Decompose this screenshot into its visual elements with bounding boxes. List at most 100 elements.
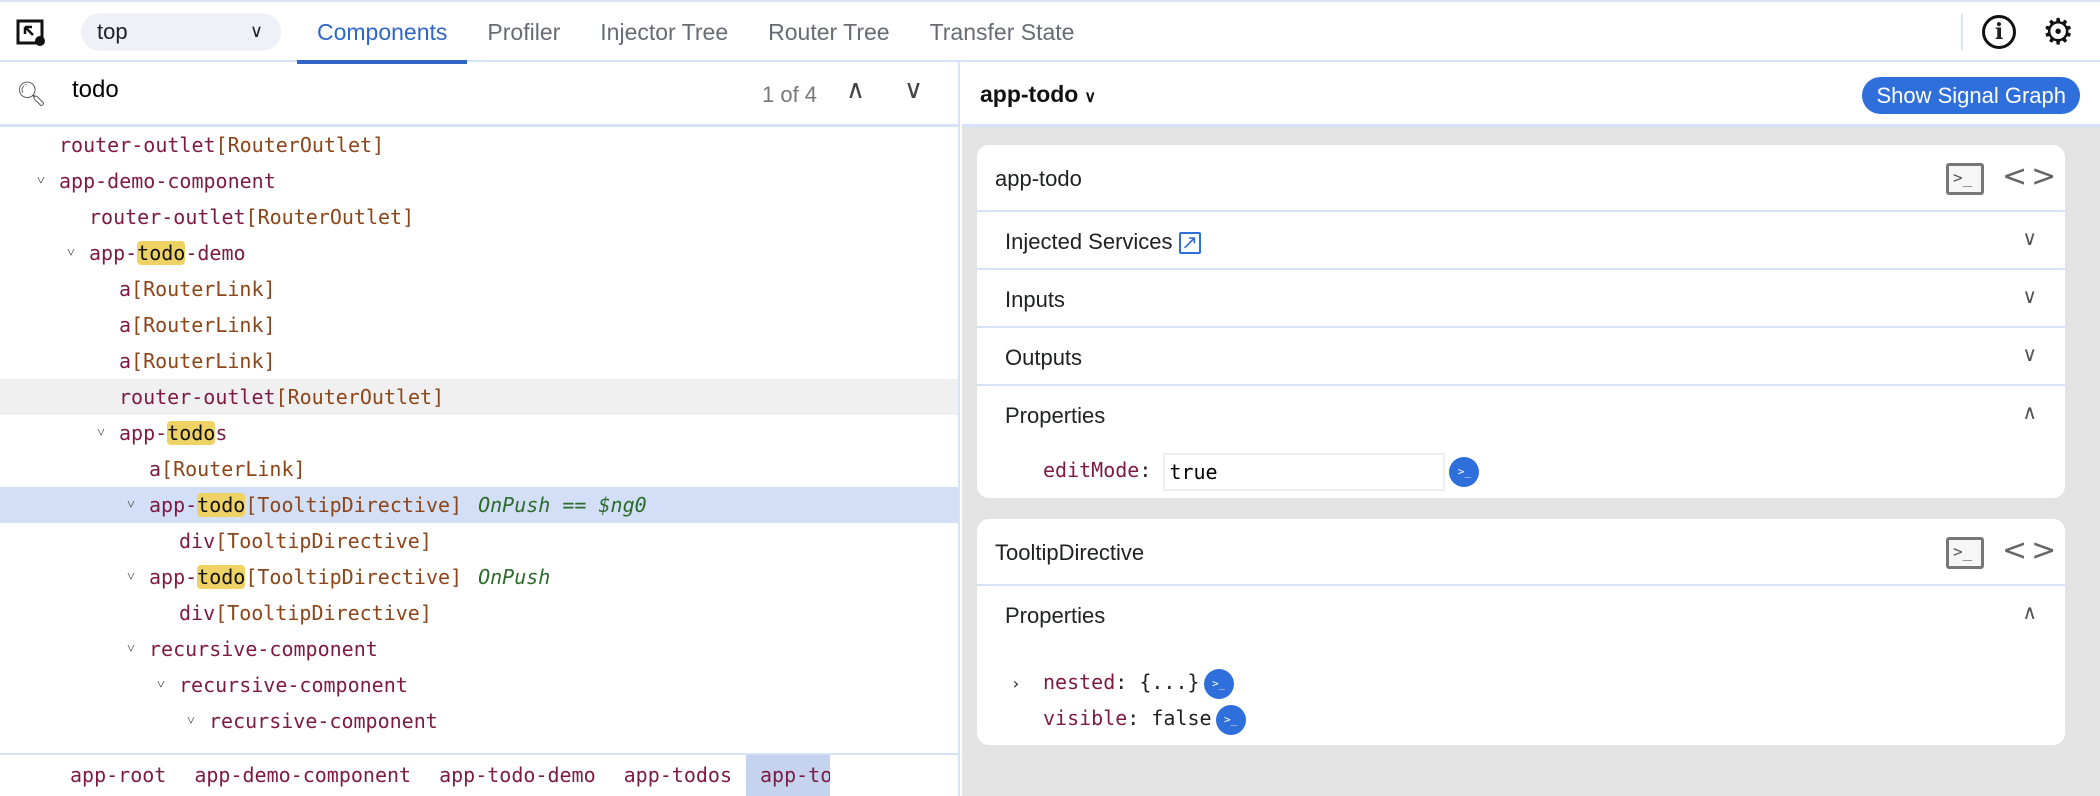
node-tag: app-todos [119, 421, 228, 445]
chevron-down-icon: ∨ [2022, 286, 2037, 308]
tab-components[interactable]: Components [297, 2, 468, 64]
tree-node[interactable]: ˅ app-demo-component [0, 163, 958, 199]
card-title: app-todo [995, 166, 1082, 191]
tree-node[interactable]: a[RouterLink] [0, 271, 958, 307]
section-label: Properties [1005, 603, 1106, 628]
view-source-icon[interactable]: <> [2002, 159, 2060, 194]
node-tag: a [149, 457, 162, 481]
log-to-console-icon[interactable]: >_ [1449, 456, 1480, 487]
property-value: {...} [1139, 670, 1200, 694]
selected-component-title[interactable]: app-todo ∨ [980, 81, 1096, 108]
tree-node[interactable]: ˅ app-todos [0, 415, 958, 451]
tree-node[interactable]: ˅ recursive-component [0, 631, 958, 667]
node-tag: div [179, 601, 216, 625]
expand-arrow-icon: ˅ [187, 713, 195, 729]
tree-node[interactable]: ˅ recursive-component [0, 703, 958, 739]
section-label: Outputs [1005, 345, 1083, 370]
node-tag: app-todo [149, 493, 246, 517]
property-value-input[interactable] [1163, 452, 1446, 491]
node-tag: a [119, 313, 132, 337]
log-to-console-icon[interactable]: >_ [1203, 668, 1234, 699]
node-directives: [RouterOutlet] [245, 205, 415, 229]
section-label: Inputs [1005, 287, 1065, 312]
search-highlight: todo [137, 241, 186, 265]
node-directives: [RouterOutlet] [275, 385, 445, 409]
chevron-down-icon: ∨ [2022, 344, 2037, 366]
node-directives: [RouterLink] [131, 349, 276, 373]
expand-arrow-icon[interactable]: › [1011, 666, 1043, 702]
expand-arrow-icon: ˅ [157, 677, 165, 693]
node-tag: div [179, 529, 216, 553]
card-header: TooltipDirective >_ <> [977, 519, 2065, 586]
tree-node[interactable]: div[TooltipDirective] [0, 523, 958, 559]
search-highlight: todo [167, 421, 216, 445]
console-icon[interactable]: >_ [1946, 537, 1984, 569]
section-properties[interactable]: Properties ∧ [977, 586, 2065, 644]
property-row[interactable]: › nested: {...} >_ [977, 664, 2065, 700]
next-match-button[interactable]: ∨ [904, 74, 923, 105]
tab-injector-tree[interactable]: Injector Tree [580, 2, 748, 62]
search-input[interactable] [72, 76, 672, 104]
node-tag: recursive-component [149, 637, 378, 661]
details-header: app-todo ∨ Show Signal Graph [962, 62, 2100, 127]
tree-node[interactable]: ˅ app-todo[TooltipDirective] OnPush [0, 559, 958, 595]
console-icon[interactable]: >_ [1946, 163, 1984, 195]
tree-node[interactable]: ˅ app-todo[TooltipDirective] OnPush == $ng… [0, 487, 958, 523]
tree-node[interactable]: a[RouterLink] [0, 307, 958, 343]
log-to-console-icon[interactable]: >_ [1215, 704, 1246, 735]
search-highlight: todo [197, 565, 246, 589]
expand-arrow-icon: ˅ [67, 245, 75, 261]
element-picker-icon[interactable] [16, 19, 46, 47]
component-tree-panel: 🔍︎ 1 of 4 ∧ ∨ router-outlet[RouterOutlet… [0, 62, 960, 796]
tree-node[interactable]: a[RouterLink] [0, 451, 958, 487]
tree-node[interactable]: router-outlet[RouterOutlet] [0, 379, 958, 415]
tab-transfer-state[interactable]: Transfer State [910, 2, 1095, 62]
node-directives: [RouterLink] [131, 313, 276, 337]
search-match-count: 1 of 4 [762, 82, 818, 107]
change-detection-label: OnPush [478, 565, 551, 589]
node-tag: app-demo-component [59, 169, 276, 193]
breadcrumb-item[interactable]: app-demo-component [180, 755, 425, 796]
node-directives: [TooltipDirective] [215, 529, 432, 553]
tree-node[interactable]: router-outlet[RouterOutlet] [0, 127, 958, 163]
tab-profiler[interactable]: Profiler [467, 2, 580, 62]
section-outputs[interactable]: Outputs ∨ [977, 328, 2065, 386]
devtools-toolbar: top ∨ Components Profiler Injector Tree R… [0, 0, 2100, 64]
node-tag: router-outlet [89, 205, 246, 229]
card-title: TooltipDirective [995, 540, 1145, 565]
expand-arrow-icon: ˅ [97, 425, 105, 441]
node-directives: [RouterLink] [131, 277, 276, 301]
property-key: visible [1043, 706, 1128, 730]
tab-router-tree[interactable]: Router Tree [748, 2, 909, 62]
tree-node[interactable]: router-outlet[RouterOutlet] [0, 199, 958, 235]
external-link-icon[interactable]: ↗ [1178, 232, 1201, 255]
view-source-icon[interactable]: <> [2002, 533, 2060, 568]
gear-icon[interactable]: ⚙ [2042, 12, 2074, 52]
details-panel: app-todo ∨ Show Signal Graph app-todo >_ … [962, 62, 2100, 796]
breadcrumb-item[interactable]: app-root [52, 755, 180, 796]
info-icon[interactable]: i [1982, 15, 2016, 49]
previous-match-button[interactable]: ∧ [846, 74, 865, 105]
frame-select-value: top [97, 19, 128, 44]
tree-node[interactable]: ˅ app-todo-demo [0, 235, 958, 271]
node-tag: a [119, 277, 132, 301]
frame-select[interactable]: top ∨ [81, 13, 281, 51]
divider [1961, 14, 1963, 50]
chevron-down-icon: ∨ [1084, 89, 1097, 106]
expand-arrow-icon: ˅ [127, 497, 135, 513]
chevron-down-icon: ∨ [2022, 228, 2037, 250]
component-card: app-todo >_ <> Injected Services ↗ ∨ Input… [977, 145, 2065, 498]
show-signal-graph-button[interactable]: Show Signal Graph [1862, 77, 2080, 114]
tree-node[interactable]: a[RouterLink] [0, 343, 958, 379]
breadcrumb-item[interactable]: app-todo-demo [425, 755, 610, 796]
section-injected-services[interactable]: Injected Services ↗ ∨ [977, 212, 2065, 270]
section-inputs[interactable]: Inputs ∨ [977, 270, 2065, 328]
breadcrumb-item[interactable]: app-todo [746, 755, 830, 796]
node-directives: [RouterLink] [161, 457, 306, 481]
breadcrumb-item[interactable]: app-todos [610, 755, 746, 796]
section-properties[interactable]: Properties ∧ [977, 386, 2065, 444]
search-highlight: todo [197, 493, 246, 517]
tree-node[interactable]: ˅ recursive-component [0, 667, 958, 703]
expand-arrow-icon: ˅ [127, 641, 135, 657]
tree-node[interactable]: div[TooltipDirective] [0, 595, 958, 631]
